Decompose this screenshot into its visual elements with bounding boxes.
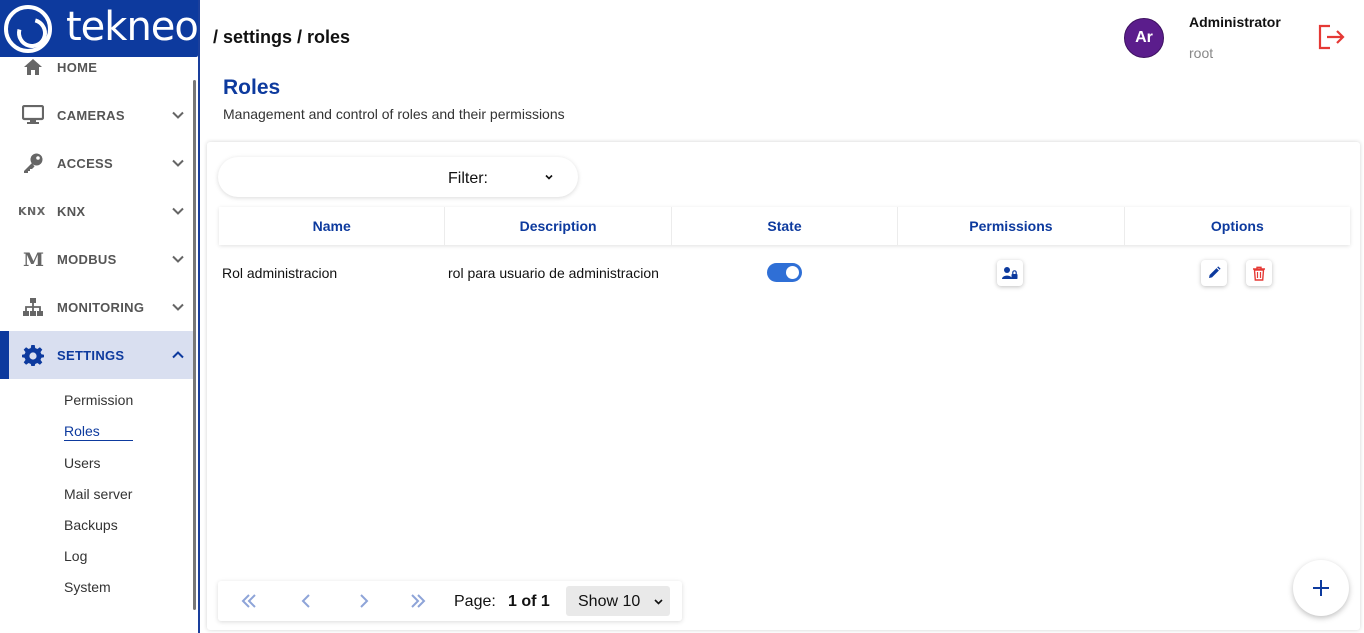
chevron-up-icon	[172, 351, 184, 359]
edit-button[interactable]	[1201, 260, 1227, 286]
sidebar-item-home[interactable]: HOME	[0, 44, 196, 90]
next-page-icon[interactable]	[354, 592, 372, 610]
add-role-button[interactable]	[1293, 560, 1349, 616]
table-row: Rol administracion rol para usuario de a…	[219, 253, 1350, 293]
sidebar-item-label: KNX	[57, 203, 86, 219]
logout-icon[interactable]	[1316, 22, 1346, 52]
submenu-item-system[interactable]: System	[64, 579, 111, 595]
chevron-down-icon	[172, 159, 184, 167]
key-icon	[22, 152, 44, 174]
last-page-icon[interactable]	[409, 592, 427, 610]
column-header-name[interactable]: Name	[219, 207, 446, 245]
sidebar-item-knx[interactable]: KNX KNX	[0, 187, 196, 235]
sidebar-item-label: CAMERAS	[57, 107, 125, 123]
submenu-item-roles[interactable]: Roles	[64, 423, 100, 439]
sidebar-item-access[interactable]: ACCESS	[0, 139, 196, 187]
sidebar: tekneo HOME CAMERAS ACCESS KNX KNX M MOD…	[0, 0, 200, 633]
sidebar-item-label: SETTINGS	[57, 347, 125, 363]
table-header: Name Description State Permissions Optio…	[219, 207, 1350, 245]
permissions-button[interactable]	[997, 260, 1023, 286]
sidebar-item-modbus[interactable]: M MODBUS	[0, 235, 196, 283]
page-indicator: 1 of 1	[508, 593, 550, 610]
chevron-down-icon	[654, 599, 663, 605]
trash-icon	[1253, 266, 1265, 281]
submenu-item-log[interactable]: Log	[64, 548, 87, 564]
svg-text:KNX: KNX	[18, 205, 46, 218]
chevron-down-icon	[172, 255, 184, 263]
user-lock-icon	[1002, 267, 1018, 279]
column-header-options[interactable]: Options	[1125, 207, 1350, 245]
first-page-icon[interactable]	[240, 592, 258, 610]
submenu-item-permission[interactable]: Permission	[64, 392, 133, 408]
role-description-cell: rol para usuario de administracion	[448, 265, 659, 281]
state-toggle[interactable]	[767, 263, 802, 282]
submenu-item-backups[interactable]: Backups	[64, 517, 118, 533]
pagination-bar: Page: 1 of 1 Show 10	[218, 581, 682, 621]
page-subtitle: Management and control of roles and thei…	[223, 106, 565, 122]
filter-label: Filter:	[448, 170, 488, 187]
page-size-select[interactable]: Show 10	[566, 586, 670, 616]
sidebar-item-label: MODBUS	[57, 251, 117, 267]
column-header-permissions[interactable]: Permissions	[898, 207, 1125, 245]
column-header-description[interactable]: Description	[445, 207, 672, 245]
avatar[interactable]: Ar	[1124, 18, 1164, 58]
sidebar-item-cameras[interactable]: CAMERAS	[0, 91, 196, 139]
chevron-down-icon	[545, 174, 553, 180]
page-size-value: Show 10	[578, 593, 641, 610]
user-name: Administrator	[1189, 14, 1281, 30]
active-submenu-underline	[64, 440, 133, 441]
submenu-item-mail-server[interactable]: Mail server	[64, 486, 132, 502]
chevron-down-icon	[172, 303, 184, 311]
submenu-item-users[interactable]: Users	[64, 455, 101, 471]
user-role: root	[1189, 45, 1214, 61]
home-icon	[22, 56, 44, 78]
role-name-cell: Rol administracion	[222, 265, 338, 281]
sidebar-item-settings[interactable]: SETTINGS	[0, 331, 196, 379]
pencil-icon	[1209, 266, 1221, 278]
sidebar-item-monitoring[interactable]: MONITORING	[0, 283, 196, 331]
chevron-down-icon	[172, 207, 184, 215]
gear-icon	[22, 344, 44, 366]
sitemap-icon	[22, 296, 44, 318]
plus-icon	[1313, 580, 1329, 596]
delete-button[interactable]	[1246, 260, 1272, 286]
sidebar-item-label: HOME	[57, 59, 98, 75]
column-header-state[interactable]: State	[672, 207, 899, 245]
filter-dropdown[interactable]: Filter:	[218, 157, 578, 197]
sidebar-scrollbar[interactable]	[193, 80, 196, 610]
svg-text:M: M	[23, 249, 44, 269]
chevron-down-icon	[172, 111, 184, 119]
sidebar-item-label: ACCESS	[57, 155, 113, 171]
previous-page-icon[interactable]	[298, 592, 316, 610]
knx-icon: KNX	[18, 200, 48, 222]
modbus-icon: M	[22, 248, 44, 270]
sidebar-item-label: MONITORING	[57, 299, 145, 315]
page-title: Roles	[223, 76, 281, 99]
page-label: Page:	[454, 593, 496, 610]
monitor-icon	[22, 104, 44, 126]
breadcrumb: / settings / roles	[213, 27, 351, 47]
